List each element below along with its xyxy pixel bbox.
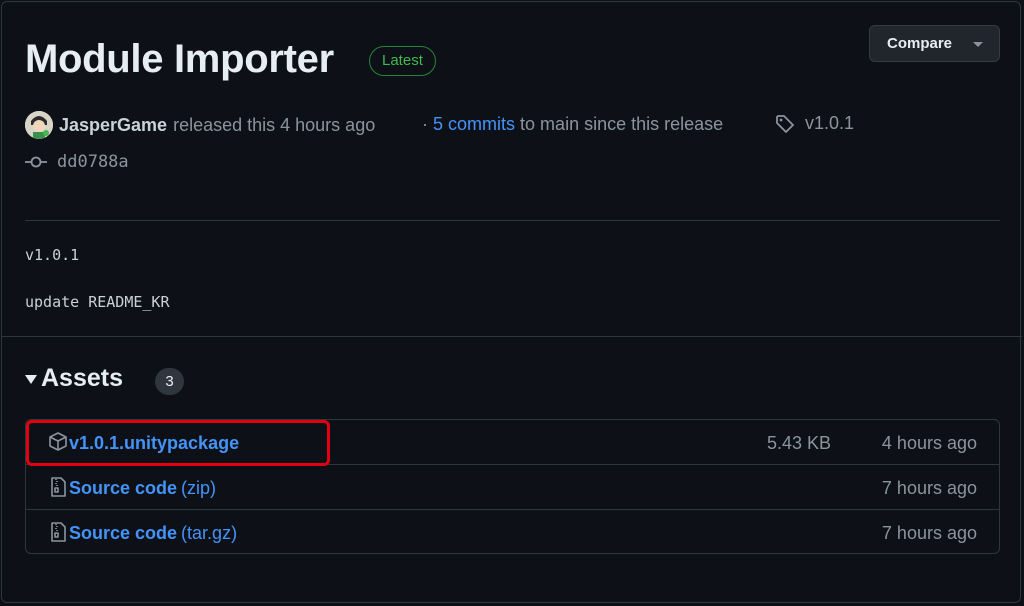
release-note-version: v1.0.1 <box>25 246 80 264</box>
tag-icon <box>775 114 795 134</box>
latest-badge: Latest <box>369 46 436 76</box>
avatar[interactable] <box>25 111 53 139</box>
commits-info: · 5 commits to main since this release <box>422 114 723 135</box>
asset-format: (tar.gz) <box>181 523 238 543</box>
asset-format: (zip) <box>181 478 217 498</box>
release-meta: JasperGame released this 4 hours ago <box>25 110 375 140</box>
commits-link[interactable]: 5 commits <box>433 114 515 134</box>
compare-button[interactable]: Compare <box>869 25 1000 62</box>
asset-time: 7 hours ago <box>881 523 977 543</box>
asset-time: 7 hours ago <box>881 478 977 498</box>
asset-row: Source code (tar.gz) 7 hours ago <box>26 509 999 554</box>
asset-name: Source code <box>69 478 178 498</box>
asset-name: Source code <box>69 523 178 543</box>
author-link[interactable]: JasperGame <box>59 115 167 136</box>
asset-name: v1.0.1.unitypackage <box>69 433 240 453</box>
file-zip-icon <box>48 521 68 543</box>
chevron-down-icon <box>973 42 983 47</box>
section-divider <box>1 336 1022 337</box>
tag-link[interactable]: v1.0.1 <box>775 113 854 134</box>
assets-toggle[interactable]: Assets <box>25 364 123 393</box>
assets-list: v1.0.1.unitypackage 5.43 KB 4 hours ago … <box>25 419 1000 554</box>
release-title[interactable]: Module Importer <box>25 33 334 85</box>
asset-size: 5.43 KB <box>767 433 832 453</box>
commit-hash: dd0788a <box>57 152 129 172</box>
release-note-line: update README_KR <box>25 293 170 311</box>
asset-download-link[interactable]: v1.0.1.unitypackage <box>69 431 239 455</box>
git-commit-icon <box>25 155 47 169</box>
package-icon <box>48 431 68 453</box>
asset-row: Source code (zip) 7 hours ago <box>26 464 999 509</box>
commits-suffix: to main since this release <box>520 114 724 134</box>
source-zip-link[interactable]: Source code (zip) <box>69 476 216 500</box>
released-text: released this 4 hours ago <box>173 114 376 135</box>
file-zip-icon <box>48 476 68 498</box>
compare-label: Compare <box>887 35 953 52</box>
assets-count-badge: 3 <box>155 368 184 395</box>
tag-label: v1.0.1 <box>805 113 855 133</box>
separator-dot: · <box>422 114 428 134</box>
source-targz-link[interactable]: Source code (tar.gz) <box>69 521 237 545</box>
triangle-down-icon <box>25 375 37 384</box>
divider <box>25 220 1000 221</box>
commit-link[interactable]: dd0788a <box>25 152 129 172</box>
asset-time: 4 hours ago <box>881 433 977 453</box>
asset-row: v1.0.1.unitypackage 5.43 KB 4 hours ago <box>26 420 999 464</box>
assets-heading: Assets <box>41 364 123 392</box>
